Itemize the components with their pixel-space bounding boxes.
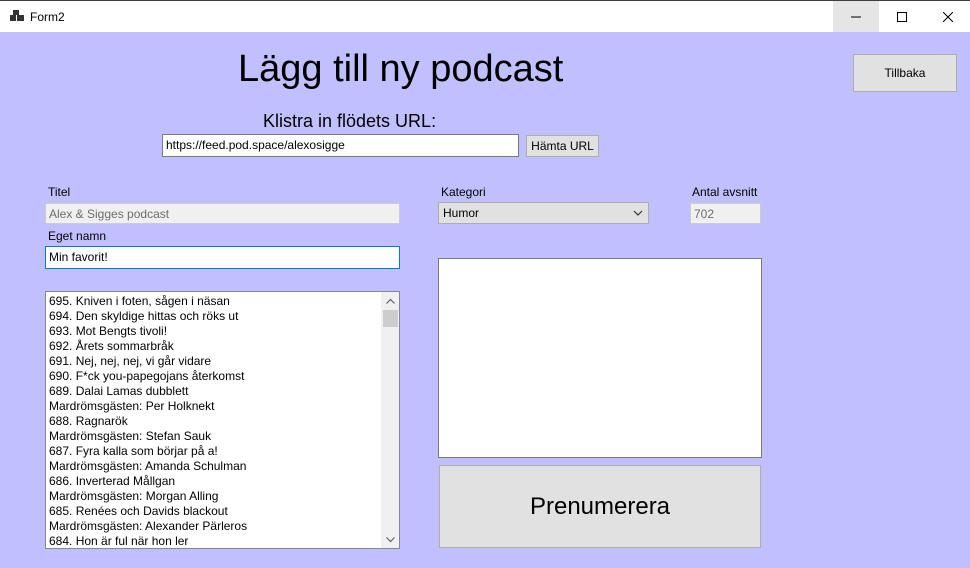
scroll-up-button[interactable] [382,292,399,309]
episode-list-scrollbar[interactable] [381,292,399,548]
minimize-icon [851,16,861,17]
page-title: Lägg till ny podcast [238,48,564,90]
list-item[interactable]: 685. Renées och Davids blackout [49,504,381,519]
list-item[interactable]: 688. Ragnarök [49,414,381,429]
category-selected-value: Humor [443,206,480,220]
list-item[interactable]: Mardrömsgästen: Amanda Schulman [49,459,381,474]
close-button[interactable] [925,1,970,32]
list-item[interactable]: 687. Fyra kalla som börjar på a! [49,444,381,459]
list-item[interactable]: 694. Den skyldige hittas och röks ut [49,309,381,324]
fetch-url-button[interactable]: Hämta URL [526,135,599,157]
chevron-down-icon [633,210,643,216]
list-item[interactable]: Mardrömsgästen: Per Holknekt [49,399,381,414]
form-client-area: Lägg till ny podcast Tillbaka Klistra in… [0,32,970,568]
minimize-button[interactable] [833,1,879,32]
list-item[interactable]: 689. Dalai Lamas dubblett [49,384,381,399]
window-title: Form2 [30,10,65,24]
list-item[interactable]: Mardrömsgästen: Stefan Sauk [49,429,381,444]
list-item[interactable]: 693. Mot Bengts tivoli! [49,324,381,339]
maximize-icon [897,11,907,22]
description-textbox[interactable] [438,258,762,458]
episode-list[interactable]: 695. Kniven i foten, sågen i näsan 694. D… [45,291,400,549]
title-label: Titel [48,185,71,199]
list-item[interactable]: 695. Kniven i foten, sågen i näsan [49,294,381,309]
scroll-up-arrow-icon [386,298,395,304]
back-button[interactable]: Tillbaka [853,54,957,92]
maximize-button[interactable] [879,1,925,32]
app-icon [10,10,24,24]
list-item[interactable]: 692. Årets sommarbråk [49,339,381,354]
category-label: Kategori [441,185,486,199]
own-name-label: Eget namn [48,229,107,243]
title-bar: Form2 [0,0,970,32]
episode-count-label: Antal avsnitt [692,185,758,199]
close-icon [943,11,953,22]
list-item[interactable]: 684. Hon är ful när hon ler [49,534,381,548]
list-item[interactable]: 691. Nej, nej, nej, vi går vidare [49,354,381,369]
url-input[interactable]: https://feed.pod.space/alexosigge [162,134,519,157]
list-item[interactable]: Mardrömsgästen: Morgan Alling [49,489,381,504]
episode-items: 695. Kniven i foten, sågen i näsan 694. D… [49,294,381,548]
category-select[interactable]: Humor [438,202,649,224]
subscribe-button[interactable]: Prenumerera [439,465,761,548]
title-field: Alex & Sigges podcast [45,203,400,224]
list-item[interactable]: 690. F*ck you-papegojans återkomst [49,369,381,384]
own-name-input[interactable]: Min favorit! [45,246,400,269]
url-label: Klistra in flödets URL: [263,111,437,131]
scroll-down-button[interactable] [382,531,399,548]
scroll-down-arrow-icon [386,536,395,542]
list-item[interactable]: 686. Inverterad Mållgan [49,474,381,489]
scrollbar-thumb[interactable] [383,310,398,327]
episode-count-field: 702 [690,203,761,224]
list-item[interactable]: Mardrömsgästen: Alexander Pärleros [49,519,381,534]
